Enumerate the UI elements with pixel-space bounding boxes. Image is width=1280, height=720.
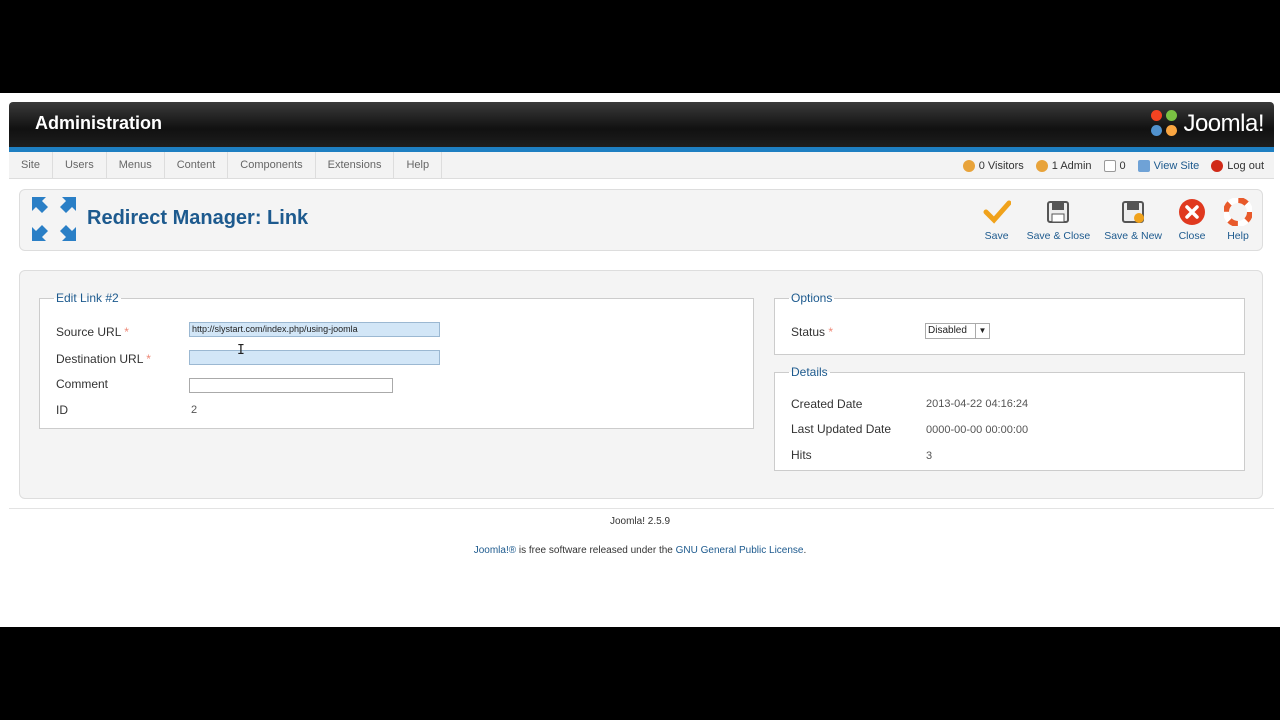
admin-user-icon xyxy=(1035,159,1048,172)
menu-item-content[interactable]: Content xyxy=(165,152,229,179)
required-mark: * xyxy=(124,325,129,339)
page-title: Redirect Manager: Link xyxy=(87,207,309,229)
mail-icon xyxy=(1103,159,1116,172)
status-bar: 0 Visitors 1 Admin 0 View Site Log out xyxy=(962,152,1264,179)
footer-divider xyxy=(9,508,1274,509)
license-middle-text: is free software released under the xyxy=(516,545,676,556)
floppy-disk-icon xyxy=(1044,198,1072,226)
close-icon xyxy=(1178,198,1206,226)
admin-frame: Administration Joomla! Site Users Menus … xyxy=(0,93,1280,627)
edit-link-legend: Edit Link #2 xyxy=(56,291,119,305)
last-updated-value: 0000-00-00 00:00:00 xyxy=(926,424,1029,436)
menu-item-site[interactable]: Site xyxy=(9,152,53,179)
chevron-down-icon: ▼ xyxy=(975,324,989,338)
created-date-value: 2013-04-22 04:16:24 xyxy=(926,398,1029,410)
joomla-logo-icon xyxy=(1151,110,1179,138)
status-label: Status * xyxy=(791,325,833,339)
comment-input[interactable] xyxy=(189,378,393,393)
edit-link-fieldset: Edit Link #2 Source URL * http://slystar… xyxy=(39,291,754,429)
id-value: 2 xyxy=(191,404,198,416)
options-legend: Options xyxy=(791,291,833,305)
created-date-label: Created Date xyxy=(791,397,863,411)
details-fieldset: Details Created Date 2013-04-22 04:16:24… xyxy=(774,365,1245,471)
admins-status: 1 Admin xyxy=(1035,159,1092,172)
status-select-value: Disabled xyxy=(928,325,967,336)
logout-link[interactable]: Log out xyxy=(1211,159,1264,172)
save-close-button[interactable]: Save & Close xyxy=(1026,198,1091,242)
messages-status[interactable]: 0 xyxy=(1103,159,1126,172)
gpl-link[interactable]: GNU General Public License xyxy=(676,545,804,556)
comment-label: Comment xyxy=(56,377,109,391)
joomla-logo[interactable]: Joomla! xyxy=(1151,108,1264,140)
admins-count: 1 Admin xyxy=(1051,159,1092,172)
save-close-label: Save & Close xyxy=(1026,230,1091,242)
toolbar-buttons: Save Save & Close Save & New Close Help xyxy=(981,198,1254,242)
view-site-label: View Site xyxy=(1153,159,1200,172)
lifebuoy-icon xyxy=(1224,198,1252,226)
menu-item-components[interactable]: Components xyxy=(228,152,316,179)
logout-icon xyxy=(1211,159,1224,172)
visitors-count: 0 Visitors xyxy=(978,159,1024,172)
redirect-icon xyxy=(30,195,78,243)
menu-item-users[interactable]: Users xyxy=(53,152,107,179)
details-legend: Details xyxy=(791,365,828,379)
id-label: ID xyxy=(56,403,68,417)
admin-header: Administration Joomla! xyxy=(9,102,1274,147)
menu-bar: Site Users Menus Content Components Exte… xyxy=(9,152,1274,179)
version-text: Joomla! 2.5.9 xyxy=(609,516,671,527)
options-fieldset: Options Status * Disabled ▼ xyxy=(774,291,1245,355)
destination-url-label: Destination URL * xyxy=(56,352,151,366)
license-text: Joomla!® is free software released under… xyxy=(0,545,1280,556)
joomla-link[interactable]: Joomla!® xyxy=(474,545,516,556)
visitors-status: 0 Visitors xyxy=(962,159,1024,172)
destination-url-label-text: Destination URL xyxy=(56,352,143,366)
source-url-label-text: Source URL xyxy=(56,325,121,339)
hits-value: 3 xyxy=(926,450,933,462)
save-button[interactable]: Save xyxy=(981,198,1013,242)
help-button[interactable]: Help xyxy=(1222,198,1254,242)
status-label-text: Status xyxy=(791,325,826,339)
hits-label: Hits xyxy=(791,448,812,462)
menu-item-menus[interactable]: Menus xyxy=(107,152,165,179)
help-label: Help xyxy=(1227,230,1249,242)
source-url-input[interactable]: http://slystart.com/index.php/using-joom… xyxy=(189,322,440,337)
view-site-link[interactable]: View Site xyxy=(1137,159,1200,172)
visitors-icon xyxy=(962,159,975,172)
monitor-icon xyxy=(1137,159,1150,172)
close-button[interactable]: Close xyxy=(1176,198,1208,242)
admin-title: Administration xyxy=(35,113,163,133)
joomla-logo-text: Joomla! xyxy=(1183,110,1264,137)
last-updated-label: Last Updated Date xyxy=(791,422,892,436)
messages-count: 0 xyxy=(1119,159,1126,172)
menu-item-extensions[interactable]: Extensions xyxy=(316,152,395,179)
logout-label: Log out xyxy=(1227,159,1264,172)
floppy-disk-new-icon xyxy=(1119,198,1147,226)
required-mark: * xyxy=(146,352,151,366)
main-content: Edit Link #2 Source URL * http://slystar… xyxy=(19,270,1263,499)
status-select[interactable]: Disabled ▼ xyxy=(925,323,990,339)
toolbar: Redirect Manager: Link Save Save & Close… xyxy=(19,189,1263,251)
checkmark-icon xyxy=(983,198,1011,226)
required-mark: * xyxy=(828,325,834,339)
save-new-button[interactable]: Save & New xyxy=(1104,198,1162,242)
save-label: Save xyxy=(984,230,1009,242)
close-label: Close xyxy=(1178,230,1206,242)
license-end-text: . xyxy=(803,545,807,556)
source-url-label: Source URL * xyxy=(56,325,129,339)
destination-url-input[interactable] xyxy=(189,350,440,365)
menu-item-help[interactable]: Help xyxy=(394,152,443,179)
save-new-label: Save & New xyxy=(1104,230,1162,242)
text-cursor-icon: I xyxy=(237,343,245,358)
